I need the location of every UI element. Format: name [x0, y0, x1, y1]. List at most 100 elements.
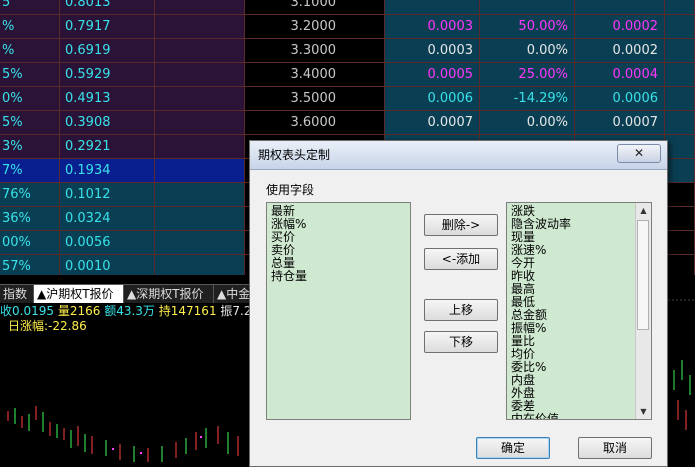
move-down-button[interactable]: 下移	[424, 331, 498, 353]
cell	[665, 207, 695, 231]
scroll-thumb[interactable]	[637, 220, 649, 330]
add-button[interactable]: <-添加	[424, 248, 498, 270]
price-cell: 0.0010	[60, 255, 155, 275]
delete-button[interactable]: 删除->	[424, 214, 498, 236]
move-up-button[interactable]: 上移	[424, 299, 498, 321]
cell	[155, 63, 245, 87]
table-row[interactable]: 5 0.8013 3.1000	[0, 0, 695, 15]
put-change-cell	[480, 0, 575, 15]
quote-tab-bar: 指数 ▲沪期权T报价 ▲深期权T报价 ▲中金	[0, 284, 254, 303]
used-fields-list[interactable]: 最新 涨幅% 买价 卖价 总量 持仓量	[266, 202, 411, 420]
cell	[665, 255, 695, 275]
change-cell: 3%	[0, 135, 60, 159]
cell	[155, 231, 245, 255]
tab-sh-option-t[interactable]: ▲沪期权T报价	[34, 285, 124, 303]
price-cell: 0.5929	[60, 63, 155, 87]
cell	[665, 159, 695, 183]
strike-cell: 3.4000	[245, 63, 385, 87]
change-cell: 76%	[0, 183, 60, 207]
cell	[665, 63, 695, 87]
cell	[155, 135, 245, 159]
status-close: 收0.0195	[0, 304, 54, 318]
close-icon: ✕	[633, 146, 645, 160]
price-cell: 0.7917	[60, 15, 155, 39]
price-cell: 0.1012	[60, 183, 155, 207]
change-cell: 5%	[0, 111, 60, 135]
put-change-cell: 0.00%	[480, 111, 575, 135]
tab-sz-option-t[interactable]: ▲深期权T报价	[124, 285, 214, 303]
strike-cell: 3.3000	[245, 39, 385, 63]
table-row[interactable]: % 0.7917 3.2000 0.0003 50.00% 0.0002	[0, 15, 695, 39]
put-price-cell: 0.0006	[385, 87, 480, 111]
cell	[155, 159, 245, 183]
price-cell: 0.6919	[60, 39, 155, 63]
available-fields-list[interactable]: 涨跌 隐含波动率 现量 涨速% 今开 昨收 最高 最低 总金额 振幅% 量比 均价 委比% 内盘 外盘 委差内…	[506, 202, 652, 420]
dialog-title: 期权表头定制	[258, 148, 331, 162]
cell	[155, 183, 245, 207]
ok-button[interactable]: 确定	[476, 437, 550, 459]
put-change-cell: 25.00%	[480, 63, 575, 87]
status-amount: 额43.3万	[104, 304, 155, 318]
put-bid-cell: 0.0007	[575, 111, 665, 135]
dialog-titlebar[interactable]: 期权表头定制 ✕	[250, 141, 667, 170]
put-bid-cell: 0.0006	[575, 87, 665, 111]
cell	[665, 111, 695, 135]
list-item[interactable]: 持仓量	[271, 270, 406, 283]
cell	[665, 87, 695, 111]
change-cell: 36%	[0, 207, 60, 231]
price-cell: 0.2921	[60, 135, 155, 159]
put-bid-cell: 0.0004	[575, 63, 665, 87]
table-row[interactable]: 0% 0.4913 3.5000 0.0006 -14.29% 0.0006	[0, 87, 695, 111]
put-price-cell: 0.0005	[385, 63, 480, 87]
put-change-cell: 0.00%	[480, 39, 575, 63]
put-change-cell: -14.29%	[480, 87, 575, 111]
put-bid-cell: 0.0002	[575, 15, 665, 39]
change-cell: 00%	[0, 231, 60, 255]
close-button[interactable]: ✕	[617, 144, 661, 163]
price-cell: 0.0056	[60, 231, 155, 255]
put-price-cell	[385, 0, 480, 15]
change-cell: 5	[0, 0, 60, 15]
put-price-cell: 0.0003	[385, 15, 480, 39]
cell	[155, 0, 245, 15]
put-change-cell: 50.00%	[480, 15, 575, 39]
status-open-interest: 持147161	[158, 304, 217, 318]
cell	[155, 207, 245, 231]
put-bid-cell: 0.0002	[575, 39, 665, 63]
scroll-up-icon[interactable]: ▲	[636, 203, 651, 218]
list-item[interactable]: 内在价值	[511, 413, 647, 420]
table-row[interactable]: 5% 0.3908 3.6000 0.0007 0.00% 0.0007	[0, 111, 695, 135]
change-cell: 7%	[0, 159, 60, 183]
change-cell: 5%	[0, 63, 60, 87]
change-cell: %	[0, 15, 60, 39]
cell	[665, 231, 695, 255]
cell	[665, 135, 695, 159]
change-cell: 57%	[0, 255, 60, 275]
put-price-cell: 0.0003	[385, 39, 480, 63]
table-row[interactable]: % 0.6919 3.3000 0.0003 0.00% 0.0002	[0, 39, 695, 63]
change-cell: 0%	[0, 87, 60, 111]
change-cell: %	[0, 39, 60, 63]
scroll-down-icon[interactable]: ▼	[636, 404, 651, 419]
available-fields-scrollbar[interactable]: ▲ ▼	[635, 203, 651, 419]
cell	[155, 87, 245, 111]
strike-cell: 3.5000	[245, 87, 385, 111]
status-volume: 量2166	[57, 304, 101, 318]
price-cell: 0.0324	[60, 207, 155, 231]
cell	[155, 15, 245, 39]
used-fields-label: 使用字段	[266, 183, 315, 197]
table-row[interactable]: 5% 0.5929 3.4000 0.0005 25.00% 0.0004	[0, 63, 695, 87]
put-bid-cell	[575, 0, 665, 15]
status-amplitude: 振7.28%	[220, 304, 250, 318]
cell	[155, 39, 245, 63]
cancel-button[interactable]: 取消	[578, 437, 652, 459]
cell	[155, 255, 245, 275]
tab-index[interactable]: 指数	[0, 285, 34, 303]
quote-status-line: 收0.0195 量2166 额43.3万 持147161 振7.28%	[0, 304, 250, 319]
column-customize-dialog: 期权表头定制 ✕ 使用字段 最新 涨幅% 买价 卖价 总量 持仓量 删除-> <-添加 上…	[249, 140, 668, 467]
strike-cell: 3.6000	[245, 111, 385, 135]
cell	[665, 0, 695, 15]
tab-cffex[interactable]: ▲中金	[214, 285, 254, 303]
side-chart	[668, 299, 695, 430]
cell	[155, 111, 245, 135]
